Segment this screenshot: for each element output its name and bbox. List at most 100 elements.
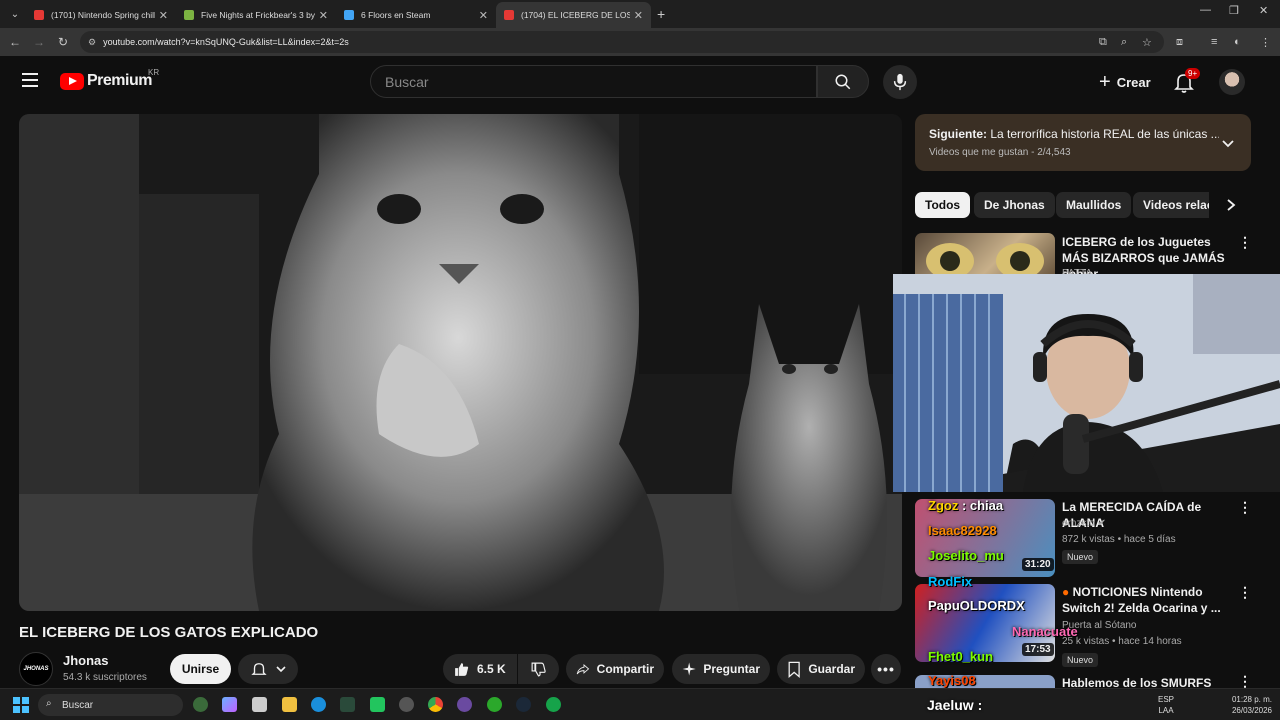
tab-close-icon[interactable]: ✕ [479, 9, 488, 22]
app-icon[interactable] [546, 697, 561, 712]
app-icon[interactable] [340, 697, 355, 712]
widgets-icon[interactable] [193, 697, 208, 712]
video-frame-cats [19, 114, 902, 611]
logo-text: Premium [87, 72, 152, 89]
bookmark-star-icon[interactable]: ☆ [1142, 36, 1152, 49]
copilot-icon[interactable] [222, 697, 237, 712]
back-icon[interactable]: ← [3, 35, 27, 49]
xbox-icon[interactable] [487, 697, 502, 712]
channel-name[interactable]: Jhonas [63, 653, 109, 668]
system-clock[interactable]: 01:28 p. m. 26/03/2026 [1232, 694, 1272, 716]
save-button[interactable]: Guardar [777, 654, 865, 684]
profile-icon[interactable]: ◐ [1234, 36, 1241, 48]
tab-search-icon[interactable]: ⌄ [4, 4, 26, 24]
chat-username: Joselito_mu [928, 548, 1004, 563]
video-player[interactable] [19, 114, 902, 611]
more-options-icon[interactable]: ⋮ [1238, 234, 1252, 251]
browser-tab-3[interactable]: 6 Floors en Steam ✕ [336, 2, 496, 28]
search-icon [835, 74, 851, 89]
site-info-icon[interactable]: ⚙ [88, 37, 96, 48]
chrome-icon[interactable] [428, 697, 443, 712]
edge-icon[interactable] [311, 697, 326, 712]
region-code: KR [148, 68, 160, 77]
thumbs-down-icon [531, 662, 546, 676]
verified-icon: ✔ [1097, 518, 1106, 529]
ask-label: Preguntar [703, 662, 760, 676]
browser-tab-4[interactable]: (1704) EL ICEBERG DE LOS GAT ✕ [496, 2, 651, 28]
webcam-image [893, 274, 1280, 492]
video-duration: 31:20 [1022, 558, 1054, 571]
tab-label: (1704) EL ICEBERG DE LOS GAT [521, 10, 630, 20]
fire-icon: ● [1062, 585, 1070, 599]
save-bookmark-icon [788, 661, 800, 678]
join-button[interactable]: Unirse [170, 654, 231, 684]
tab-close-icon[interactable]: ✕ [634, 9, 643, 22]
browser-tab-2[interactable]: Five Nights at Frickbear's 3 by S ✕ [176, 2, 336, 28]
like-count: 6.5 K [477, 662, 506, 676]
restore-icon[interactable]: ❐ [1229, 4, 1239, 17]
chevron-right-icon[interactable] [1224, 198, 1238, 212]
chevron-down-icon[interactable] [1221, 136, 1235, 150]
file-explorer-icon[interactable] [282, 697, 297, 712]
recommendation-views: 25 k vistas • hace 14 horas [1062, 636, 1182, 647]
chip-meows[interactable]: Maullidos [1056, 192, 1132, 218]
dislike-button[interactable] [518, 654, 559, 684]
youtube-favicon-icon [504, 10, 514, 20]
chat-username: Isaac82928 [928, 523, 997, 538]
more-dots-icon: ••• [877, 661, 895, 677]
share-icon [576, 663, 590, 674]
extensions-icon[interactable]: ⧈ [1176, 36, 1183, 49]
more-options-icon[interactable]: ⋮ [1238, 499, 1252, 516]
browser-menu-icon[interactable]: ⋮ [1260, 36, 1271, 49]
recommendation-title[interactable]: NOTICIONES Nintendo Switch 2! Zelda Ocar… [1062, 585, 1221, 615]
ask-button[interactable]: Preguntar [672, 654, 770, 684]
steam-icon[interactable] [516, 697, 531, 712]
clock-date: 26/03/2026 [1231, 706, 1272, 715]
recommendation-channel: ernzsto [1062, 518, 1095, 529]
input-language[interactable]: ESP LAA [1158, 694, 1174, 716]
browser-tab-bar: ⌄ (1701) Nintendo Spring chill m ✕ Five … [0, 0, 1280, 28]
windows-start-icon[interactable] [13, 697, 29, 713]
chip-all[interactable]: Todos [915, 192, 971, 218]
subscription-bell-button[interactable] [238, 654, 298, 684]
like-button[interactable]: 6.5 K [443, 654, 517, 684]
chip-related[interactable]: Videos relac [1133, 192, 1209, 218]
more-options-icon[interactable]: ⋮ [1238, 584, 1252, 601]
browser-tab-1[interactable]: (1701) Nintendo Spring chill m ✕ [26, 2, 176, 28]
channel-avatar[interactable]: JHONAS [19, 652, 53, 686]
app-icon[interactable] [370, 697, 385, 712]
search-button[interactable] [817, 65, 869, 98]
menu-icon[interactable] [22, 73, 38, 87]
minimize-icon[interactable]: — [1200, 4, 1211, 16]
next-prefix: Siguiente: [929, 127, 988, 141]
windows-taskbar: ⌕ Buscar ESP LAA 01:28 p. m. 26/03/2026 [0, 688, 1280, 720]
user-avatar[interactable] [1219, 69, 1245, 95]
subscriber-count: 54.3 k suscriptores [63, 672, 147, 683]
playlist-subtitle: Videos que me gustan - 2/4,543 [929, 147, 1071, 158]
youtube-premium-logo[interactable]: Premium KR [60, 68, 159, 90]
tab-close-icon[interactable]: ✕ [319, 9, 328, 22]
chip-from-channel[interactable]: De Jhonas [974, 192, 1055, 218]
media-controls-icon[interactable]: ≡ [1211, 36, 1217, 48]
zoom-icon[interactable]: ⌕ [1121, 36, 1127, 49]
tab-label: 6 Floors en Steam [361, 10, 431, 20]
tab-close-icon[interactable]: ✕ [159, 9, 168, 22]
share-button[interactable]: Compartir [566, 654, 664, 684]
create-button[interactable]: + Crear [1089, 66, 1161, 98]
address-bar[interactable]: ⚙ youtube.com/watch?v=knSqUNQ-Guk&list=L… [80, 31, 1164, 53]
voice-search-button[interactable] [883, 65, 917, 99]
playlist-next-card[interactable]: Siguiente: La terrorífica historia REAL … [915, 114, 1251, 171]
store-icon[interactable] [252, 697, 267, 712]
github-icon[interactable] [399, 697, 414, 712]
new-tab-icon[interactable]: + [657, 6, 665, 22]
taskbar-search[interactable]: ⌕ Buscar [38, 694, 183, 716]
app-icon[interactable] [457, 697, 472, 712]
forward-icon[interactable]: → [27, 35, 51, 49]
install-app-icon[interactable]: ⧉ [1099, 36, 1107, 49]
close-window-icon[interactable]: ✕ [1259, 4, 1268, 17]
reload-icon[interactable]: ↻ [51, 35, 75, 49]
tab-label: Five Nights at Frickbear's 3 by S [201, 10, 315, 20]
search-input[interactable]: Buscar [370, 65, 817, 98]
more-actions-button[interactable]: ••• [871, 654, 901, 684]
video-duration: 17:53 [1022, 643, 1054, 656]
